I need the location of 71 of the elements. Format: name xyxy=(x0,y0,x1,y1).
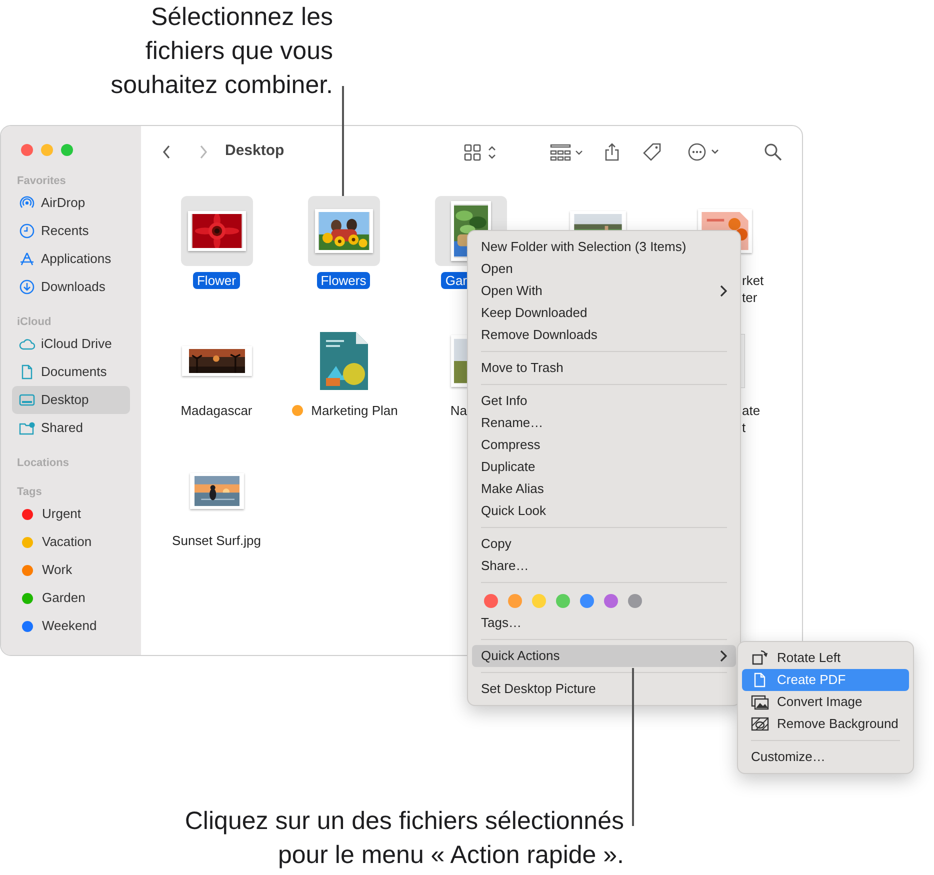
menu-item[interactable]: Open xyxy=(472,258,736,280)
cloud-icon xyxy=(19,336,35,352)
file-name[interactable]: Marketing Plan xyxy=(285,402,402,419)
sidebar-item[interactable]: Applications xyxy=(12,245,130,273)
sidebar-item[interactable]: Garden xyxy=(12,584,130,612)
menu-item[interactable]: Remove Downloads xyxy=(472,324,736,346)
chevron-icon xyxy=(719,285,727,297)
close-button[interactable] xyxy=(21,144,33,156)
menu-item[interactable]: Tags… xyxy=(472,612,736,634)
shared-folder-icon xyxy=(19,420,35,436)
menu-item[interactable]: Copy xyxy=(472,533,736,555)
callout-text: Sélectionnez les fichiers que vous souhaitez combiner. xyxy=(110,2,333,101)
file-name[interactable]: ate t xyxy=(742,402,764,436)
tag-color-dot[interactable] xyxy=(484,594,498,608)
menu-item[interactable]: Get Info xyxy=(472,390,736,412)
document-icon xyxy=(19,364,35,380)
menu-item[interactable]: Duplicate xyxy=(472,456,736,478)
tag-color-dot[interactable] xyxy=(604,594,618,608)
zoom-button[interactable] xyxy=(61,144,73,156)
tag-color-dot[interactable] xyxy=(628,594,642,608)
remove-background-icon xyxy=(751,716,769,732)
clock-icon xyxy=(19,223,35,239)
sidebar-section-title: iCloud xyxy=(16,315,52,330)
applications-icon xyxy=(19,251,35,267)
images-icon xyxy=(751,694,769,710)
file-name[interactable]: Madagascar xyxy=(176,402,256,419)
menu-item[interactable]: New Folder with Selection (3 Items) xyxy=(472,236,736,258)
callout-text: Cliquez sur un des fichiers sélectionnés pour le menu « Action rapide ». xyxy=(184,806,624,871)
rotate-left-icon xyxy=(751,650,769,666)
file-name[interactable]: Flower xyxy=(192,272,240,289)
sidebar-item[interactable]: AirDrop xyxy=(12,189,130,217)
file-name[interactable]: Flowers xyxy=(316,272,370,289)
menu-item[interactable]: Remove Background xyxy=(742,713,909,735)
tag-color-dot[interactable] xyxy=(532,594,546,608)
menu-item[interactable]: Move to Trash xyxy=(472,357,736,379)
sidebar-section-title: Tags xyxy=(16,485,43,500)
desktop-icon xyxy=(19,392,35,408)
menu-item[interactable]: Make Alias xyxy=(472,478,736,500)
sidebar-item[interactable]: iCloud Drive xyxy=(12,330,130,358)
tag-color-dot[interactable] xyxy=(508,594,522,608)
menu-item[interactable]: Rotate Left xyxy=(742,647,909,669)
file-name[interactable]: Sunset Surf.jpg xyxy=(168,532,265,549)
menu-item[interactable]: Open With xyxy=(472,280,736,302)
sidebar-item[interactable]: Weekend xyxy=(12,612,130,640)
download-icon xyxy=(19,279,35,295)
window-title: Desktop xyxy=(225,141,284,162)
menu-item[interactable]: Quick Look xyxy=(472,500,736,522)
sidebar-item[interactable]: Documents xyxy=(12,358,130,386)
sidebar-item[interactable]: Recents xyxy=(12,217,130,245)
menu-item[interactable]: Rename… xyxy=(472,412,736,434)
sidebar-item[interactable]: Vacation xyxy=(12,528,130,556)
tag-color-dot[interactable] xyxy=(580,594,594,608)
sidebar-item[interactable]: Desktop xyxy=(12,386,130,414)
tag-color-dot[interactable] xyxy=(556,594,570,608)
menu-item[interactable]: Compress xyxy=(472,434,736,456)
sidebar-item[interactable]: Urgent xyxy=(12,500,130,528)
chevron-icon xyxy=(719,650,727,662)
sidebar-section-title: Locations xyxy=(16,456,70,471)
menu-item[interactable]: Convert Image xyxy=(742,691,909,713)
menu-item[interactable]: Quick Actions xyxy=(472,645,736,667)
minimize-button[interactable] xyxy=(41,144,53,156)
file-name[interactable]: Na xyxy=(446,402,471,419)
menu-item[interactable]: Set Desktop Picture xyxy=(472,678,736,700)
menu-item[interactable]: Share… xyxy=(472,555,736,577)
file-name[interactable]: rket ter xyxy=(742,272,768,306)
sidebar-item[interactable]: Work xyxy=(12,556,130,584)
sidebar-section-title: Favorites xyxy=(16,174,67,189)
menu-item[interactable]: Customize… xyxy=(742,746,909,768)
sidebar-item[interactable]: Shared xyxy=(12,414,130,442)
sidebar-item[interactable]: Downloads xyxy=(12,273,130,301)
menu-item[interactable]: Keep Downloaded xyxy=(472,302,736,324)
